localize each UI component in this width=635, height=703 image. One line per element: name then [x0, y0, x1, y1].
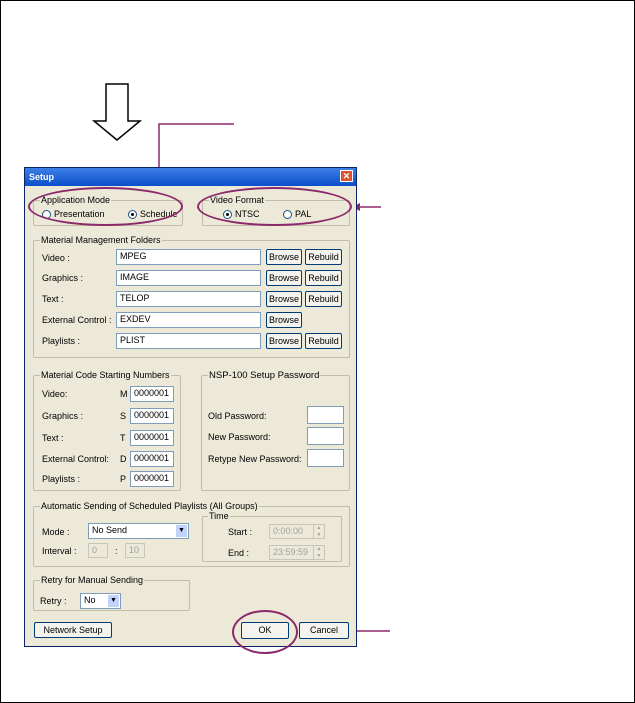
mode-select-value: No Send	[92, 525, 128, 535]
time-group: Time Start : 0:00:00 ▲ ▼ End : 23:59:59 ▲…	[202, 511, 342, 562]
highlight-ok-button	[232, 610, 298, 654]
folder-input-video[interactable]: MPEG	[116, 249, 261, 265]
retry-select[interactable]: No ▼	[80, 593, 121, 609]
folder-input-text[interactable]: TELOP	[116, 291, 261, 307]
interval-input-1[interactable]: 0	[88, 543, 108, 558]
code-numbers-group: Material Code Starting Numbers Video: M …	[33, 370, 181, 491]
old-password-label: Old Password:	[208, 411, 267, 421]
highlight-video-format	[197, 187, 352, 226]
rebuild-button-text[interactable]: Rebuild	[305, 291, 342, 307]
spinner-arrows-icon[interactable]: ▲ ▼	[313, 546, 324, 559]
code-label-text: Text :	[42, 433, 64, 443]
auto-sending-label: Automatic Sending of Scheduled Playlists…	[40, 501, 259, 511]
auto-sending-group: Automatic Sending of Scheduled Playlists…	[33, 501, 350, 567]
time-label: Time	[208, 511, 230, 521]
interval-label: Interval :	[42, 546, 77, 556]
folder-input-playlists[interactable]: PLIST	[116, 333, 261, 349]
code-prefix-video: M	[120, 389, 128, 399]
retry-group-label: Retry for Manual Sending	[40, 575, 145, 585]
folder-label-text: Text :	[42, 294, 64, 304]
mode-select[interactable]: No Send ▼	[88, 523, 189, 539]
close-icon[interactable]: ✕	[340, 170, 353, 182]
code-prefix-playlists: P	[120, 474, 127, 484]
code-label-playlists: Playlists :	[42, 474, 81, 484]
cancel-button[interactable]: Cancel	[299, 622, 349, 639]
setup-dialog: Setup ✕ Application Mode Presentation Sc…	[24, 167, 357, 647]
title-bar[interactable]: Setup ✕	[25, 168, 356, 186]
code-prefix-external-control: D	[120, 454, 127, 464]
browse-button-playlists[interactable]: Browse	[266, 333, 302, 349]
network-setup-button[interactable]: Network Setup	[34, 622, 112, 638]
password-group: NSP-100 Setup Password Old Password: New…	[201, 370, 350, 491]
code-label-video: Video:	[42, 389, 68, 399]
rebuild-button-playlists[interactable]: Rebuild	[305, 333, 342, 349]
interval-separator: :	[115, 546, 118, 556]
start-time-input[interactable]: 0:00:00 ▲ ▼	[269, 524, 325, 539]
code-label-graphics: Graphics :	[42, 411, 84, 421]
rebuild-button-video[interactable]: Rebuild	[305, 249, 342, 265]
down-arrow-icon	[91, 83, 143, 141]
retype-password-label: Retype New Password:	[208, 454, 302, 464]
retry-label: Retry :	[40, 596, 67, 606]
password-label: NSP-100 Setup Password	[208, 370, 321, 381]
retry-group: Retry for Manual Sending Retry : No ▼	[33, 575, 190, 611]
retry-select-value: No	[84, 595, 96, 605]
material-folders-group: Material Management Folders Video : MPEG…	[33, 235, 350, 358]
dialog-title: Setup	[29, 172, 55, 182]
code-input-external-control[interactable]: 0000001	[130, 451, 174, 467]
folder-label-external-control: External Control :	[42, 315, 112, 325]
interval-input-2[interactable]: 10	[125, 543, 145, 558]
end-time-input[interactable]: 23:59:59 ▲ ▼	[269, 545, 325, 560]
folder-label-video: Video :	[42, 253, 70, 263]
browse-button-graphics[interactable]: Browse	[266, 270, 302, 286]
start-label: Start :	[228, 527, 253, 537]
browse-button-video[interactable]: Browse	[266, 249, 302, 265]
mode-label: Mode :	[42, 527, 70, 537]
spinner-arrows-icon[interactable]: ▲ ▼	[313, 525, 324, 538]
new-password-input[interactable]	[307, 427, 344, 445]
end-time-value: 23:59:59	[273, 547, 309, 557]
folder-input-external-control[interactable]: EXDEV	[116, 312, 261, 328]
code-label-external-control: External Control:	[42, 454, 110, 464]
code-prefix-text: T	[120, 433, 126, 443]
highlight-application-mode	[28, 187, 183, 226]
rebuild-button-graphics[interactable]: Rebuild	[305, 270, 342, 286]
folder-label-graphics: Graphics :	[42, 273, 84, 283]
browse-button-text[interactable]: Browse	[266, 291, 302, 307]
code-input-text[interactable]: 0000001	[130, 430, 174, 446]
chevron-down-icon: ▼	[108, 595, 119, 607]
start-time-value: 0:00:00	[273, 526, 304, 536]
code-input-video[interactable]: 0000001	[130, 386, 174, 402]
folder-input-graphics[interactable]: IMAGE	[116, 270, 261, 286]
code-numbers-label: Material Code Starting Numbers	[40, 370, 171, 380]
material-folders-label: Material Management Folders	[40, 235, 162, 245]
retype-password-input[interactable]	[307, 449, 344, 467]
browse-button-external-control[interactable]: Browse	[266, 312, 302, 328]
folder-label-playlists: Playlists :	[42, 336, 81, 346]
end-label: End :	[228, 548, 250, 558]
old-password-input[interactable]	[307, 406, 344, 424]
code-prefix-graphics: S	[120, 411, 127, 421]
code-input-graphics[interactable]: 0000001	[130, 408, 174, 424]
code-input-playlists[interactable]: 0000001	[130, 471, 174, 487]
new-password-label: New Password:	[208, 432, 271, 442]
chevron-down-icon: ▼	[176, 525, 187, 537]
